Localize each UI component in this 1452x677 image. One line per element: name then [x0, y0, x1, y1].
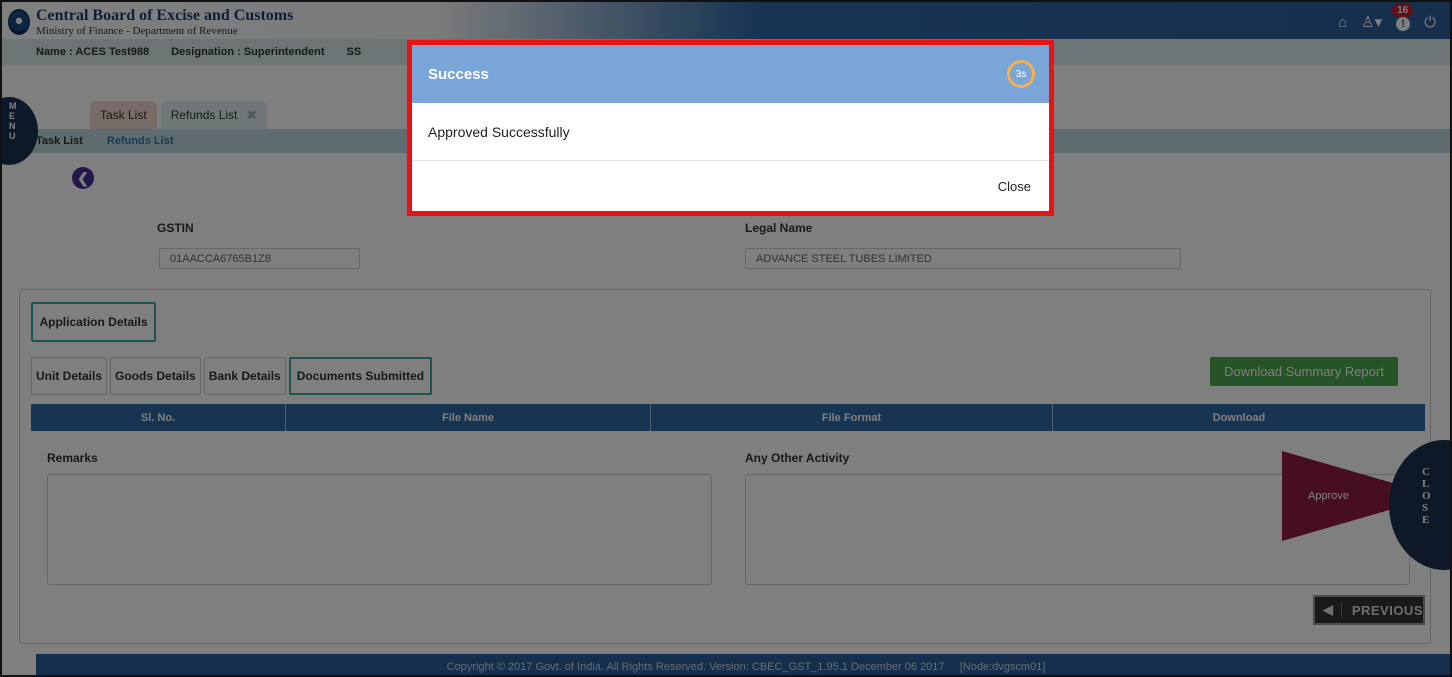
user-designation: Designation : Superintendent	[171, 46, 325, 58]
detail-subtabs: Unit Details Goods Details Bank Details …	[31, 357, 433, 395]
user-ssi: SS	[346, 46, 362, 58]
documents-table-header: Sl. No. File Name File Format Download	[31, 404, 1425, 431]
chevron-left-icon: ❮	[77, 169, 89, 186]
application-panel	[19, 289, 1431, 644]
approve-label: Approve	[1308, 490, 1349, 502]
modal-close-button[interactable]: Close	[998, 179, 1031, 194]
tab-bar: Task List Refunds List ✖	[90, 101, 267, 129]
gstin-field[interactable]: 01AACCA6765B1Z8	[159, 248, 360, 269]
subtab-bank-details[interactable]: Bank Details	[203, 357, 286, 395]
menu-label: M E N U	[9, 101, 17, 141]
tab-task-list[interactable]: Task List	[90, 101, 157, 129]
breadcrumb-refunds-list[interactable]: Refunds List	[107, 135, 174, 147]
power-icon[interactable]: ⏻	[1424, 14, 1436, 31]
download-summary-report-button[interactable]: Download Summary Report	[1210, 357, 1398, 386]
caret-left-icon: ◀	[1315, 602, 1342, 618]
back-button[interactable]: ❮	[72, 167, 94, 189]
success-modal: Success 3s Approved Successfully Close	[407, 40, 1054, 216]
previous-button[interactable]: ◀ PREVIOUS	[1313, 595, 1425, 625]
modal-title: Success	[428, 65, 489, 83]
tab-label: Task List	[100, 108, 147, 122]
remarks-label: Remarks	[47, 451, 98, 465]
tab-refunds-list[interactable]: Refunds List ✖	[160, 101, 267, 129]
menu-toggle[interactable]: M E N U	[2, 97, 38, 165]
column-header: Sl. No.	[31, 404, 286, 431]
gstin-label: GSTIN	[157, 221, 194, 235]
user-name: Name : ACES Test988	[36, 46, 150, 58]
app-header: Central Board of Excise and Customs Mini…	[2, 2, 1450, 39]
tab-label: Refunds List	[170, 108, 238, 122]
modal-body: Approved Successfully	[412, 103, 1049, 161]
subtab-unit-details[interactable]: Unit Details	[31, 357, 108, 395]
previous-label: PREVIOUS	[1351, 602, 1423, 618]
close-label: C L O S E	[1422, 466, 1431, 526]
notification-badge: 16	[1392, 3, 1414, 17]
home-icon[interactable]: ⌂	[1338, 14, 1347, 31]
app-subtitle: Ministry of Finance - Department of Reve…	[36, 25, 238, 37]
header-icons: ⌂ ♙▾ ! 16 ⏻	[1338, 3, 1436, 34]
close-icon[interactable]: ✖	[247, 108, 257, 122]
breadcrumb-task-list[interactable]: Task List	[36, 135, 83, 147]
cbec-logo	[8, 9, 30, 35]
remarks-textarea[interactable]	[47, 474, 712, 585]
modal-header: Success 3s	[412, 45, 1049, 103]
notification-icon[interactable]: ! 16	[1392, 3, 1414, 31]
footer: Copyright © 2017 Govt. of India. All Rig…	[36, 654, 1450, 675]
modal-footer: Close	[412, 161, 1049, 211]
column-header: Download	[1212, 411, 1266, 424]
subtab-documents-submitted[interactable]: Documents Submitted	[288, 357, 433, 395]
footer-text: Copyright © 2017 Govt. of India. All Rig…	[446, 660, 1046, 673]
subtab-goods-details[interactable]: Goods Details	[110, 357, 201, 395]
modal-message: Approved Successfully	[428, 123, 570, 140]
legal-name-field[interactable]: ADVANCE STEEL TUBES LIMITED	[745, 248, 1181, 269]
user-menu-icon[interactable]: ♙▾	[1361, 13, 1382, 31]
app-title: Central Board of Excise and Customs	[36, 7, 294, 24]
column-header: File Format	[651, 404, 1053, 431]
application-details-button[interactable]: Application Details	[31, 302, 156, 342]
other-activity-label: Any Other Activity	[745, 451, 850, 465]
legal-name-label: Legal Name	[745, 221, 813, 235]
countdown-timer: 3s	[1007, 60, 1035, 88]
column-header: File Name	[286, 404, 651, 431]
app-window: Central Board of Excise and Customs Mini…	[0, 0, 1452, 677]
